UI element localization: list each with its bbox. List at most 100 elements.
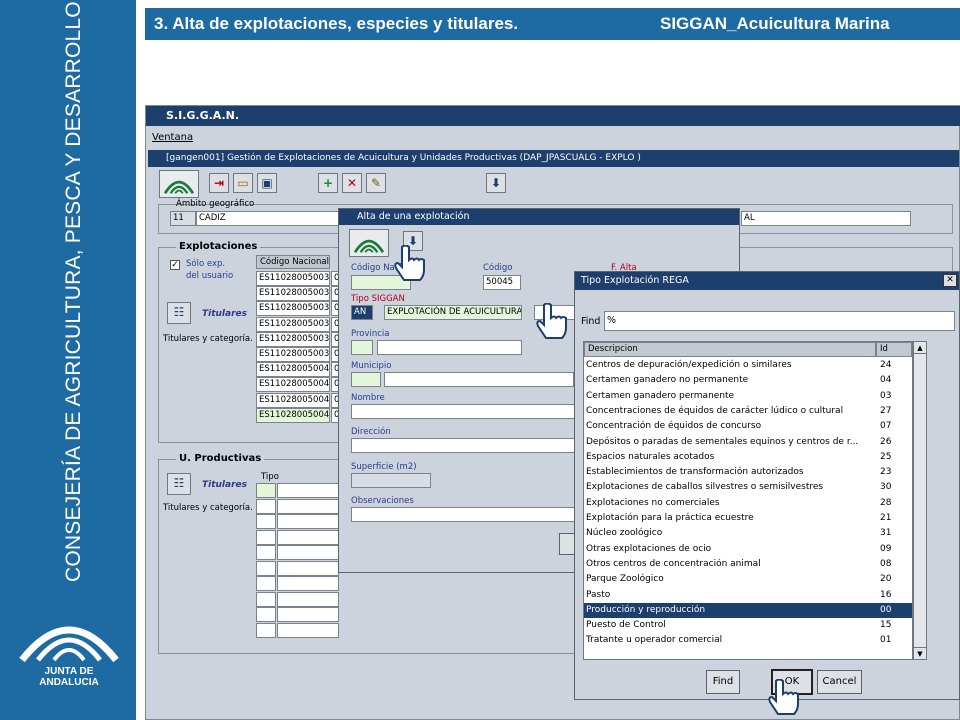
scroll-up-icon[interactable]: ▲	[914, 342, 926, 354]
list-item-id: 00	[880, 604, 892, 615]
titulares-link[interactable]: Titulares	[202, 309, 247, 319]
add-icon[interactable]: +	[318, 173, 338, 193]
open-folder-icon[interactable]: ▭	[233, 173, 253, 193]
list-item-id: 21	[880, 513, 892, 523]
list-item[interactable]: Establecimientos de transformación autor…	[584, 465, 912, 480]
table-row[interactable]: ES110280050044	[256, 407, 330, 423]
close-icon[interactable]: ✕	[943, 274, 957, 287]
list-item[interactable]	[256, 591, 276, 607]
list-item[interactable]: Parque Zoológico 20	[584, 572, 912, 587]
list-item[interactable]	[256, 607, 276, 622]
tipo-explotacion-dialog: Tipo Explotación REGA ✕ Find % Descripci…	[574, 271, 960, 700]
list-item[interactable]: Depósitos o paradas de sementales equino…	[584, 435, 912, 450]
list-item[interactable]	[277, 576, 339, 591]
list-item[interactable]	[277, 560, 339, 576]
list-item[interactable]: Otros centros de concentración animal 08	[584, 557, 912, 572]
list-item[interactable]	[277, 591, 339, 607]
save-icon[interactable]: ▣	[257, 173, 277, 193]
list-item[interactable]	[256, 622, 276, 638]
solo-exp-checkbox[interactable]: ✓	[170, 260, 180, 270]
tipo-code-field[interactable]: AN	[351, 305, 373, 320]
provincia-name-field[interactable]	[377, 340, 522, 355]
list-item[interactable]: Otras explotaciones de ocio 09	[584, 542, 912, 557]
list-item-id: 16	[880, 589, 892, 600]
descripcion-header[interactable]: Descripcion	[584, 342, 876, 357]
list-item-id: 08	[880, 558, 892, 569]
table-row[interactable]: ES110280050041	[256, 362, 330, 378]
list-item[interactable]: Puesto de Control 15	[584, 618, 912, 633]
table-row[interactable]: ES110280050039	[256, 347, 330, 362]
table-row[interactable]: ES110280050043	[256, 392, 330, 408]
list-item[interactable]: Centros de depuración/expedición o simil…	[584, 358, 912, 373]
find-input[interactable]: %	[604, 311, 955, 331]
list-item[interactable]	[277, 483, 339, 498]
up-titulares-sub: Titulares y categoría.	[163, 503, 253, 513]
list-item[interactable]: Certamen ganadero permanente 03	[584, 389, 912, 404]
ambito-name-field[interactable]: CADIZ	[196, 211, 341, 226]
nombre-field[interactable]	[351, 404, 575, 419]
cancel-button[interactable]: Cancel	[817, 670, 862, 694]
table-row[interactable]: ES110280050037	[256, 316, 330, 332]
list-item[interactable]	[277, 607, 339, 622]
alta-title-bar: Alta de una explotación	[339, 209, 739, 225]
list-item[interactable]: Producción y reproducción 00	[584, 602, 912, 619]
scroll-down-icon[interactable]: ▼	[914, 647, 926, 659]
list-item[interactable]	[277, 498, 339, 514]
titulares-icon[interactable]: ☷	[167, 302, 191, 324]
tipo-siggan-field[interactable]: EXPLOTACIÓN DE ACUICULTURA I	[384, 305, 522, 320]
exit-icon[interactable]: ⇥	[209, 173, 229, 193]
list-item[interactable]	[256, 576, 276, 591]
ambito-code-field[interactable]: 11	[170, 211, 196, 226]
junta-logo-button[interactable]	[159, 170, 199, 198]
table-row[interactable]: ES110280050036	[256, 301, 330, 317]
list-scrollbar[interactable]: ▲ ▼	[913, 341, 927, 660]
list-item[interactable]	[277, 529, 339, 545]
id-header[interactable]: Id	[876, 342, 912, 357]
codigo-field[interactable]: 50045	[483, 275, 521, 290]
list-item[interactable]: Núcleo zoológico 31	[584, 526, 912, 541]
table-row[interactable]: ES110280050035	[256, 286, 330, 302]
delete-icon[interactable]: ✕	[342, 173, 362, 193]
municipio-name-field[interactable]	[384, 372, 574, 387]
list-item-description: Otras explotaciones de ocio	[586, 543, 712, 554]
list-item[interactable]	[277, 545, 339, 560]
list-item[interactable]: Explotaciones de caballos silvestres o s…	[584, 480, 912, 495]
list-item[interactable]	[256, 514, 276, 529]
list-item[interactable]	[256, 483, 276, 498]
superficie-field[interactable]	[351, 473, 431, 488]
list-item-id: 24	[880, 360, 892, 370]
list-item[interactable]	[277, 514, 339, 529]
codigo-nacional-header[interactable]: Código Nacional	[256, 255, 330, 269]
ambito-right-field[interactable]: AL	[741, 211, 911, 226]
menu-ventana[interactable]: Ventana	[152, 132, 193, 143]
edit-icon[interactable]: ✎	[366, 173, 386, 193]
list-item[interactable]: Explotación para la práctica ecuestre 21	[584, 511, 912, 526]
table-row[interactable]: ES110280050034	[256, 271, 330, 286]
list-item[interactable]	[256, 560, 276, 576]
pointer-hand-icon	[394, 245, 425, 281]
list-item[interactable]: Certamen ganadero no permanente 04	[584, 373, 912, 388]
find-button[interactable]: Find	[706, 670, 740, 694]
list-item[interactable]	[277, 622, 339, 638]
list-item[interactable]: Tratante u operador comercial 01	[584, 633, 912, 648]
table-row[interactable]: ES110280050042	[256, 377, 330, 393]
list-item[interactable]: Espacios naturales acotados 25	[584, 450, 912, 465]
up-titulares-link[interactable]: Titulares	[202, 480, 247, 490]
provincia-code-field[interactable]	[351, 340, 373, 355]
direccion-field[interactable]	[351, 438, 575, 453]
list-item[interactable]	[256, 529, 276, 545]
observaciones-field[interactable]	[351, 507, 575, 522]
table-row[interactable]: ES110280050038	[256, 331, 330, 347]
list-item[interactable]	[256, 498, 276, 514]
alta-logo-button[interactable]	[349, 229, 389, 257]
list-item[interactable]: Concentraciones de équidos de carácter l…	[584, 404, 912, 419]
list-item[interactable]: Pasto 16	[584, 588, 912, 603]
list-item-description: Concentraciones de équidos de carácter l…	[586, 405, 844, 416]
up-titulares-icon[interactable]: ☷	[167, 473, 191, 495]
download-icon[interactable]: ⬇	[486, 173, 506, 193]
list-item[interactable]	[256, 545, 276, 560]
list-item[interactable]: Concentración de équidos de concurso 07	[584, 419, 912, 434]
list-item[interactable]: Explotaciones no comerciales 28	[584, 496, 912, 511]
municipio-code-field[interactable]	[351, 372, 381, 387]
slide-header: 3. Alta de explotaciones, especies y tit…	[145, 8, 960, 40]
